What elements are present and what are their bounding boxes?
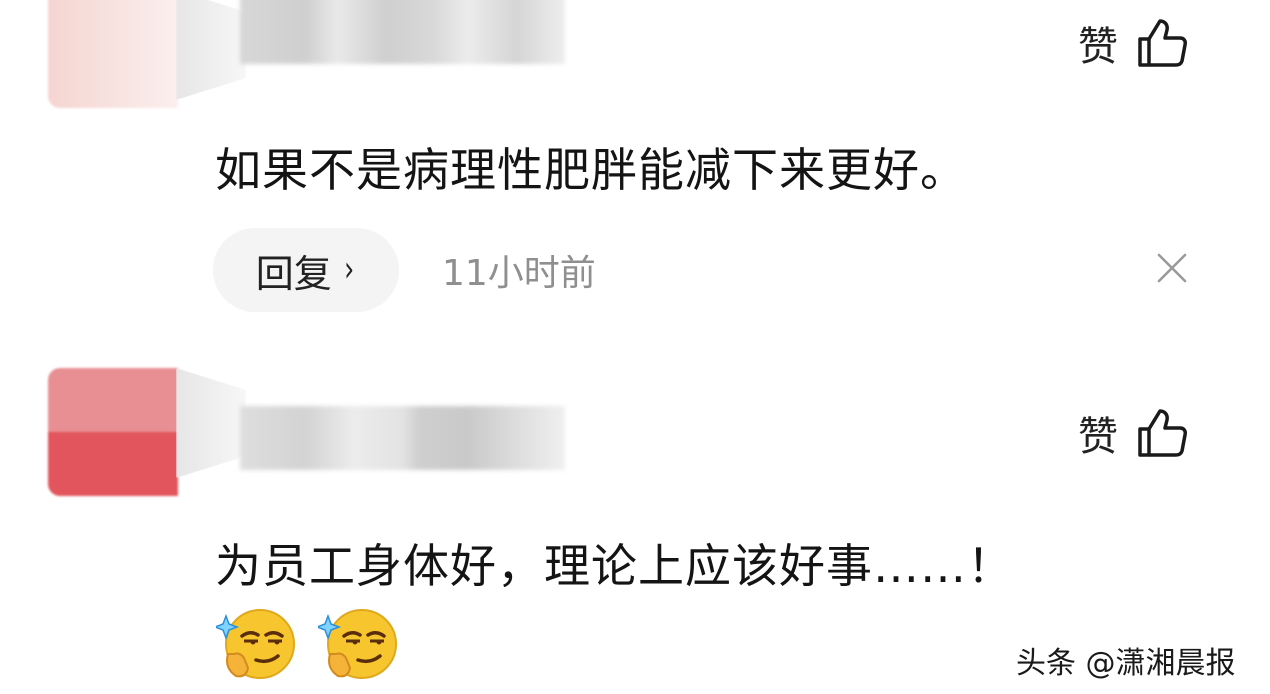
close-icon[interactable] xyxy=(1156,252,1188,284)
username-blur-mask xyxy=(240,0,565,64)
emoji-row xyxy=(216,602,400,684)
thumbs-up-icon xyxy=(1138,409,1187,457)
comment-text: 如果不是病理性肥胖能减下来更好。 xyxy=(215,143,967,197)
like-label: 赞 xyxy=(1078,414,1118,460)
chevron-right-icon: › xyxy=(343,249,355,290)
avatar[interactable] xyxy=(48,368,178,496)
reply-button[interactable]: 回复 › xyxy=(213,228,399,312)
like-button[interactable]: 赞 xyxy=(1078,14,1188,72)
username-blur-mask xyxy=(240,406,565,470)
avatar[interactable] xyxy=(48,0,178,108)
like-button[interactable]: 赞 xyxy=(1078,404,1188,462)
avatar-blur-mask xyxy=(176,0,246,100)
smirk-emoji-icon xyxy=(318,609,397,679)
thumbs-up-icon xyxy=(1138,19,1187,67)
smirk-emoji-icon xyxy=(216,609,295,679)
avatar-blur-mask xyxy=(176,368,246,478)
comment-item: 赞 如果不是病理性肥胖能减下来更好。 回复 › 11小时前 xyxy=(0,0,1270,330)
like-label: 赞 xyxy=(1078,24,1118,70)
comment-text: 为员工身体好，理论上应该好事……！ xyxy=(215,539,1014,593)
reply-label: 回复 xyxy=(255,251,332,296)
watermark: 头条 @潇湘晨报 xyxy=(1016,646,1236,681)
comment-timestamp: 11小时前 xyxy=(442,253,596,294)
